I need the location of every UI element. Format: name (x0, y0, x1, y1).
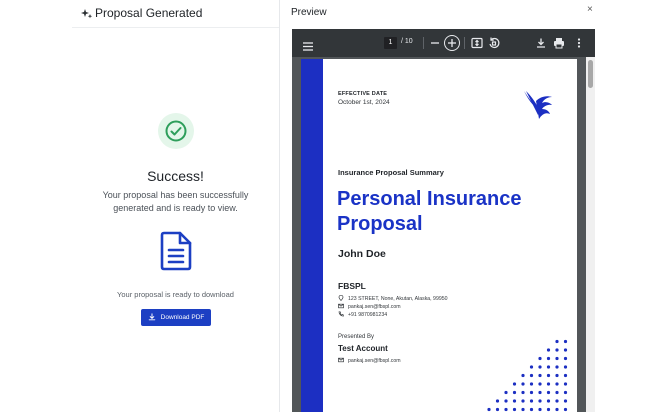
ready-text: Your proposal is ready to download (117, 290, 234, 299)
email-icon (338, 357, 344, 365)
company-address-row: 123 STREET, None, Akutan, Alaska, 99950 (338, 294, 448, 303)
presenter-email: pankaj.sen@fbspl.com (348, 358, 401, 364)
decorative-dot-pattern (487, 339, 568, 412)
more-vertical-icon[interactable] (572, 36, 586, 50)
download-button-label: Download PDF (160, 314, 205, 321)
preview-title: Preview (291, 7, 327, 18)
pdf-viewer: 1 / 10 EFFECTIVE DATE October 1st, 2024 … (292, 29, 595, 412)
company-email-row: pankaj.sen@fbspl.com (338, 303, 401, 311)
proposal-title: Personal Insurance Proposal (337, 188, 522, 235)
sparkle-icon (81, 7, 93, 19)
proposal-summary-label: Insurance Proposal Summary (338, 168, 444, 177)
zoom-out-icon[interactable] (428, 36, 442, 50)
document-icon (158, 231, 194, 271)
scrollbar-track[interactable] (586, 57, 595, 412)
presenter-email-row: pankaj.sen@fbspl.com (338, 357, 401, 365)
download-icon[interactable] (534, 36, 548, 50)
left-header: Proposal Generated (72, 0, 279, 28)
success-title: Success! (147, 168, 204, 184)
fit-page-icon[interactable] (470, 36, 484, 50)
pdf-toolbar: 1 / 10 (292, 29, 595, 57)
toolbar-divider (464, 37, 465, 49)
location-icon (338, 294, 344, 303)
proposal-modal: Proposal Generated Success! Your proposa… (72, 0, 599, 412)
presenter-name: Test Account (338, 344, 388, 353)
print-icon[interactable] (552, 36, 566, 50)
download-pdf-button[interactable]: Download PDF (141, 309, 211, 326)
presented-by-label: Presented By (338, 334, 375, 340)
company-name: FBSPL (338, 281, 366, 291)
phone-icon (338, 311, 344, 319)
page-total: / 10 (401, 38, 413, 45)
menu-icon[interactable] (303, 38, 313, 51)
company-phone: +91 9870981234 (348, 312, 388, 318)
right-panel: Preview × 1 / 10 EFFECTIVE DATE October … (280, 0, 599, 412)
zoom-in-icon[interactable] (444, 35, 460, 51)
toolbar-divider (423, 37, 424, 49)
rotate-icon[interactable] (487, 36, 501, 50)
effective-date-label: EFFECTIVE DATE (338, 91, 388, 97)
left-header-title: Proposal Generated (95, 6, 203, 20)
success-message: Your proposal has been successfully gene… (102, 190, 249, 213)
close-button[interactable]: × (587, 4, 593, 15)
pdf-page: EFFECTIVE DATE October 1st, 2024 Insuran… (301, 59, 577, 412)
company-address: 123 STREET, None, Akutan, Alaska, 99950 (348, 296, 448, 302)
customer-name: John Doe (338, 248, 386, 260)
email-icon (338, 303, 344, 311)
scrollbar-thumb[interactable] (588, 60, 593, 88)
page-accent-strip (301, 59, 323, 412)
company-email: pankaj.sen@fbspl.com (348, 304, 401, 310)
effective-date-value: October 1st, 2024 (338, 99, 390, 106)
company-phone-row: +91 9870981234 (338, 311, 387, 319)
download-icon (148, 312, 156, 323)
check-circle-icon (158, 113, 194, 149)
left-panel: Proposal Generated Success! Your proposa… (72, 0, 280, 412)
page-number-input[interactable]: 1 (384, 37, 397, 49)
bird-logo (522, 89, 554, 123)
